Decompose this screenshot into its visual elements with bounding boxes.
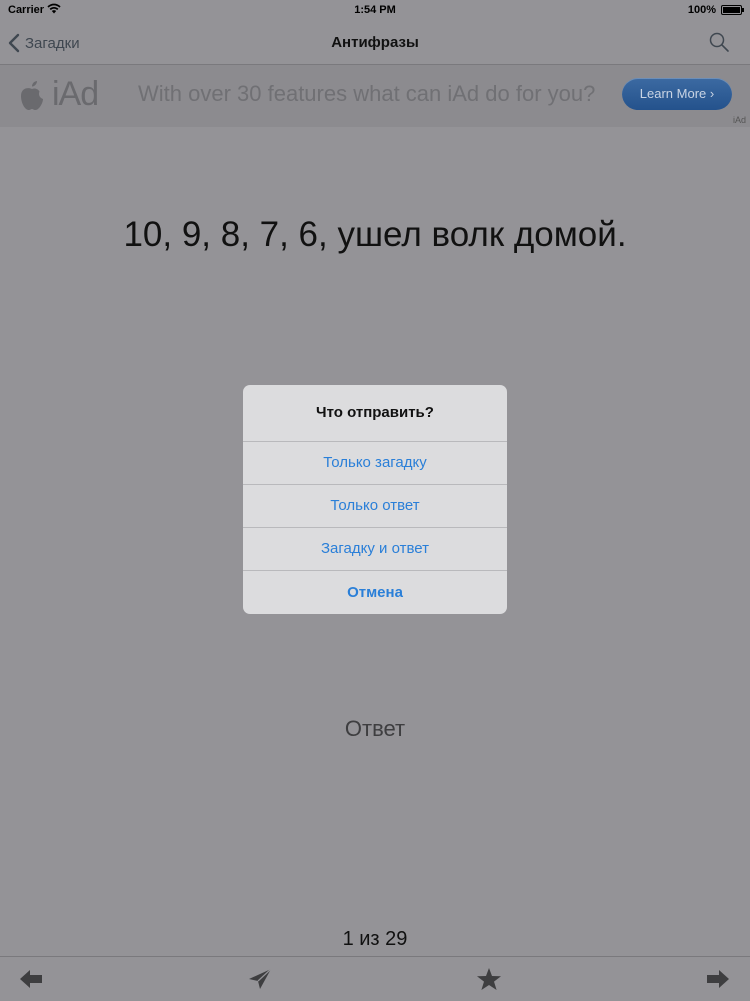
page-title: Антифразы: [331, 34, 419, 51]
status-bar: Carrier 1:54 PM 100%: [0, 0, 750, 22]
arrow-left-icon[interactable]: [18, 967, 44, 991]
cancel-button[interactable]: Отмена: [243, 571, 507, 614]
star-icon[interactable]: [476, 967, 502, 991]
page-counter: 1 из 29: [342, 928, 408, 950]
send-answer-only-button[interactable]: Только ответ: [243, 485, 507, 528]
navigation-bar: Загадки Антифразы: [0, 22, 750, 65]
ad-headline: With over 30 features what can iAd do fo…: [138, 81, 596, 106]
battery-icon: [721, 5, 744, 15]
bottom-toolbar: [0, 956, 750, 1001]
ad-banner[interactable]: iAd With over 30 features what can iAd d…: [0, 65, 750, 127]
send-riddle-only-button[interactable]: Только загадку: [243, 442, 507, 485]
iad-logo: iAd: [18, 75, 99, 114]
dialog-title: Что отправить?: [243, 385, 507, 442]
search-icon[interactable]: [708, 31, 730, 53]
battery-percent: 100%: [687, 4, 716, 16]
riddle-phrase: 10, 9, 8, 7, 6, ушел волк домой.: [123, 215, 627, 254]
arrow-right-icon[interactable]: [705, 967, 731, 991]
ad-brand: iAd: [52, 75, 99, 113]
send-icon[interactable]: [247, 967, 273, 991]
share-dialog: Что отправить? Только загадку Только отв…: [243, 385, 507, 614]
clock: 1:54 PM: [354, 4, 396, 16]
apple-logo-icon: [21, 80, 43, 110]
ad-tag: iAd: [732, 115, 746, 125]
answer-button[interactable]: Ответ: [0, 716, 750, 742]
send-riddle-and-answer-button[interactable]: Загадку и ответ: [243, 528, 507, 571]
learn-more-button[interactable]: Learn More ›: [622, 78, 732, 110]
